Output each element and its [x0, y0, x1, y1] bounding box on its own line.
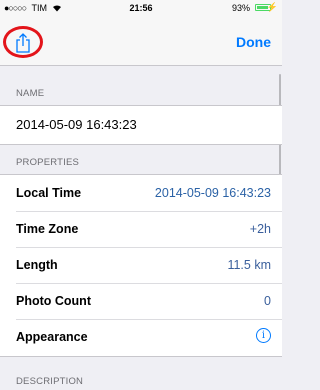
- name-value: 2014-05-09 16:43:23: [16, 117, 137, 132]
- share-icon: [16, 33, 30, 53]
- share-button[interactable]: [3, 26, 43, 58]
- local-time-row[interactable]: Local Time 2014-05-09 16:43:23: [0, 175, 282, 211]
- properties-list: Local Time 2014-05-09 16:43:23 Time Zone…: [0, 174, 282, 357]
- local-time-value: 2014-05-09 16:43:23: [154, 186, 271, 200]
- length-label: Length: [16, 258, 58, 272]
- done-button[interactable]: Done: [236, 34, 271, 50]
- photo-count-label: Photo Count: [16, 294, 91, 308]
- info-icon[interactable]: i: [256, 328, 271, 343]
- navigation-bar: Done: [0, 16, 282, 66]
- description-section-header: DESCRIPTION: [16, 376, 84, 387]
- appearance-label: Appearance: [16, 330, 88, 344]
- length-value: 11.5 km: [227, 258, 271, 272]
- properties-section-header: PROPERTIES: [16, 157, 80, 168]
- time-zone-row[interactable]: Time Zone +2h: [0, 211, 282, 247]
- name-section-header: NAME: [16, 88, 45, 99]
- local-time-label: Local Time: [16, 186, 82, 200]
- photo-count-row[interactable]: Photo Count 0: [0, 283, 282, 319]
- battery-percent: 93%: [231, 3, 250, 13]
- name-cell[interactable]: 2014-05-09 16:43:23: [0, 105, 282, 145]
- time-zone-value: +2h: [249, 222, 271, 236]
- status-bar: ●○○○○ TIM 21:56 93% ⚡: [0, 0, 282, 16]
- appearance-row[interactable]: Appearance i: [0, 319, 282, 355]
- time-zone-label: Time Zone: [16, 222, 79, 236]
- length-row[interactable]: Length 11.5 km: [0, 247, 282, 283]
- photo-count-value: 0: [264, 294, 271, 308]
- charging-icon: ⚡: [266, 2, 278, 12]
